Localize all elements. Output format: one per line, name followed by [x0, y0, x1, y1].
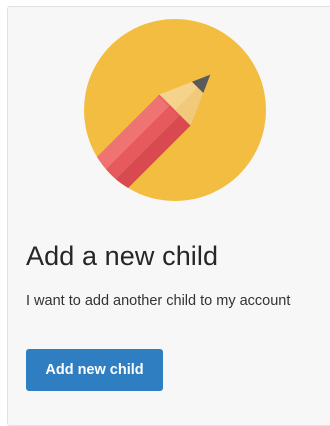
card-title: Add a new child [26, 241, 219, 271]
add-new-child-button[interactable]: Add new child [26, 349, 163, 391]
pencil-icon [84, 19, 266, 201]
add-child-card: Add a new child I want to add another ch… [7, 6, 330, 426]
card-description: I want to add another child to my accoun… [26, 293, 291, 309]
